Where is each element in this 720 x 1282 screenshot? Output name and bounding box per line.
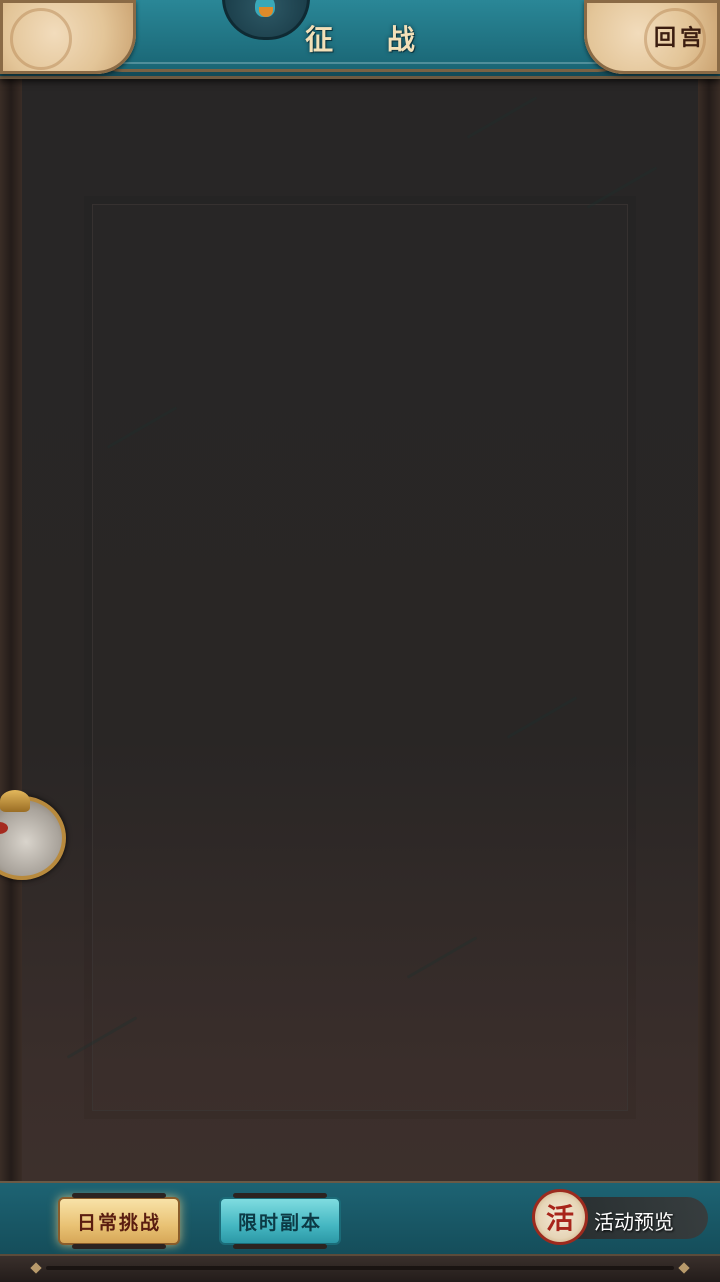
back-to-palace-button[interactable]: 回宫 [654, 20, 706, 52]
tab-daily-challenge[interactable]: 日常挑战 [58, 1193, 180, 1249]
event-preview-button[interactable]: 活 活动预览 [532, 1187, 712, 1247]
bamboo-leaf-decoration [466, 96, 538, 139]
top-bar: 征 战 回宫 [0, 0, 720, 79]
inner-border-decoration [92, 204, 628, 1111]
rail-line [46, 1266, 674, 1270]
bamboo-leaf-decoration [586, 166, 658, 209]
rail-diamond-icon [678, 1262, 690, 1274]
event-preview-label: 活动预览 [594, 1210, 674, 1234]
rail-diamond-icon [30, 1262, 42, 1274]
page-title: 征 战 [305, 23, 437, 56]
bottom-rail [0, 1254, 720, 1282]
event-seal-icon: 活 [532, 1189, 588, 1245]
content-area [22, 76, 698, 1181]
bottom-bar: 日常挑战 限时副本 活 活动预览 [0, 1181, 720, 1282]
tab-limited-dungeon[interactable]: 限时副本 [219, 1193, 341, 1249]
